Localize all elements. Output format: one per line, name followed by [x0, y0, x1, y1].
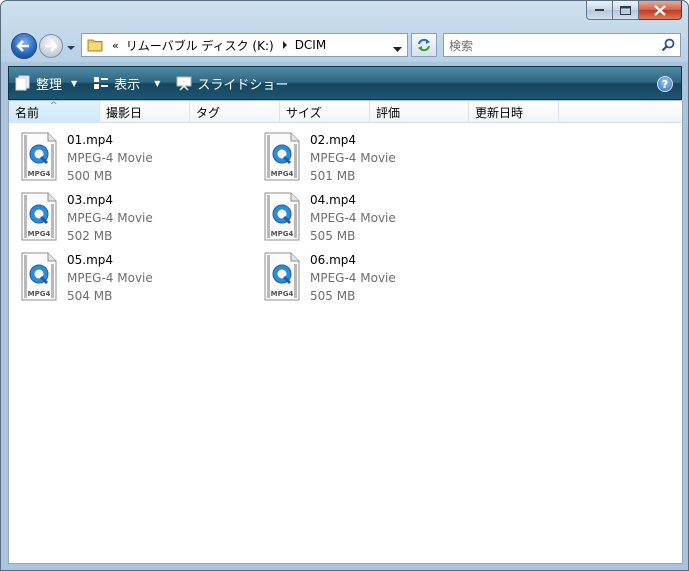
recent-pages-button[interactable] [66, 41, 76, 51]
column-header-name[interactable]: 名前 ^ [9, 101, 100, 123]
icon-label: MPG4 [271, 230, 294, 238]
views-button[interactable]: 表示 ▼ [87, 67, 166, 99]
file-size: 505 MB [310, 229, 356, 243]
mp4-file-icon: MPG4 [264, 192, 300, 241]
search-placeholder: 検索 [449, 38, 474, 53]
mp4-file-icon: MPG4 [21, 192, 57, 241]
minimize-button[interactable] [586, 1, 613, 20]
mp4-file-icon: MPG4 [21, 132, 57, 181]
column-header-date-taken[interactable]: 撮影日 [100, 101, 190, 123]
file-name: 06.mp4 [310, 253, 357, 267]
organize-icon [15, 75, 30, 91]
chevron-down-icon: ▼ [154, 78, 161, 88]
icon-label: MPG4 [28, 230, 51, 238]
file-type: MPEG-4 Movie [310, 211, 396, 225]
file-size: 505 MB [310, 289, 356, 303]
file-name: 04.mp4 [310, 193, 357, 207]
file-type: MPEG-4 Movie [310, 271, 396, 285]
organize-button[interactable]: 整理 ▼ [9, 67, 83, 99]
file-size: 501 MB [310, 169, 356, 183]
search-icon[interactable] [661, 38, 675, 52]
file-item[interactable]: MPG4 02.mp4 MPEG-4 Movie 501 MB [252, 127, 482, 185]
file-size: 502 MB [67, 229, 113, 243]
slideshow-label: スライドショー [197, 77, 289, 93]
close-icon [654, 4, 666, 16]
column-header-date-modified[interactable]: 更新日時 [469, 101, 559, 123]
close-button[interactable] [639, 1, 682, 20]
command-toolbar: 整理 ▼ 表示 ▼ スライドショー ? [8, 66, 682, 100]
column-header-tags[interactable]: タグ [190, 101, 280, 123]
column-header-size[interactable]: サイズ [280, 101, 370, 123]
chevron-down-icon [393, 47, 402, 52]
minimize-icon [594, 9, 604, 11]
sort-ascending-icon: ^ [50, 101, 58, 111]
explorer-window: « リムーバブル ディスク (K:) DCIM 検索 整理 ▼ 表示 ▼ スライ… [0, 0, 689, 571]
column-headers: 名前 ^ 撮影日 タグ サイズ 評価 更新日時 [9, 101, 682, 123]
file-item[interactable]: MPG4 05.mp4 MPEG-4 Movie 504 MB [9, 247, 239, 305]
navigation-bar: « リムーバブル ディスク (K:) DCIM 検索 [9, 31, 681, 61]
breadcrumb-separator-icon[interactable] [282, 39, 288, 52]
address-dropdown-button[interactable] [393, 42, 402, 56]
file-type: MPEG-4 Movie [67, 151, 153, 165]
slideshow-button[interactable]: スライドショー [170, 67, 294, 99]
mp4-file-icon: MPG4 [21, 252, 57, 301]
folder-icon [87, 39, 103, 52]
file-item[interactable]: MPG4 03.mp4 MPEG-4 Movie 502 MB [9, 187, 239, 245]
file-list-pane: 名前 ^ 撮影日 タグ サイズ 評価 更新日時 MPG4 01.mp4 MPEG-4… [8, 101, 683, 564]
help-icon[interactable]: ? [657, 76, 673, 92]
file-name: 03.mp4 [67, 193, 114, 207]
icon-label: MPG4 [28, 170, 51, 178]
breadcrumb-drive[interactable]: リムーバブル ディスク (K:) [126, 37, 274, 54]
breadcrumb-overflow[interactable]: « [112, 39, 119, 52]
icon-label: MPG4 [271, 170, 294, 178]
file-type: MPEG-4 Movie [67, 211, 153, 225]
caption-buttons [586, 1, 682, 20]
maximize-icon [620, 5, 631, 15]
file-type: MPEG-4 Movie [67, 271, 153, 285]
mp4-file-icon: MPG4 [264, 132, 300, 181]
file-name: 02.mp4 [310, 133, 357, 147]
file-item[interactable]: MPG4 01.mp4 MPEG-4 Movie 500 MB [9, 127, 239, 185]
file-name: 05.mp4 [67, 253, 114, 267]
address-bar[interactable]: « リムーバブル ディスク (K:) DCIM [81, 33, 408, 57]
file-type: MPEG-4 Movie [310, 151, 396, 165]
back-button[interactable] [11, 33, 37, 59]
icon-label: MPG4 [271, 290, 294, 298]
file-size: 504 MB [67, 289, 113, 303]
back-arrow-icon [16, 40, 29, 52]
mp4-file-icon: MPG4 [264, 252, 300, 301]
file-item[interactable]: MPG4 06.mp4 MPEG-4 Movie 505 MB [252, 247, 482, 305]
views-label: 表示 [114, 77, 141, 93]
icon-label: MPG4 [28, 290, 51, 298]
refresh-button[interactable] [411, 33, 437, 57]
file-item[interactable]: MPG4 04.mp4 MPEG-4 Movie 505 MB [252, 187, 482, 245]
slideshow-icon [176, 76, 192, 91]
column-header-rating[interactable]: 評価 [370, 101, 469, 123]
maximize-button[interactable] [613, 1, 639, 20]
search-input[interactable]: 検索 [443, 33, 681, 57]
file-size: 500 MB [67, 169, 113, 183]
organize-label: 整理 [36, 77, 63, 93]
forward-arrow-icon [45, 40, 58, 52]
chevron-down-icon [67, 46, 75, 50]
forward-button[interactable] [39, 34, 63, 58]
breadcrumb-current[interactable]: DCIM [295, 38, 327, 52]
refresh-icon [418, 38, 430, 52]
chevron-down-icon: ▼ [71, 78, 78, 88]
views-icon [94, 77, 109, 89]
file-name: 01.mp4 [67, 133, 114, 147]
